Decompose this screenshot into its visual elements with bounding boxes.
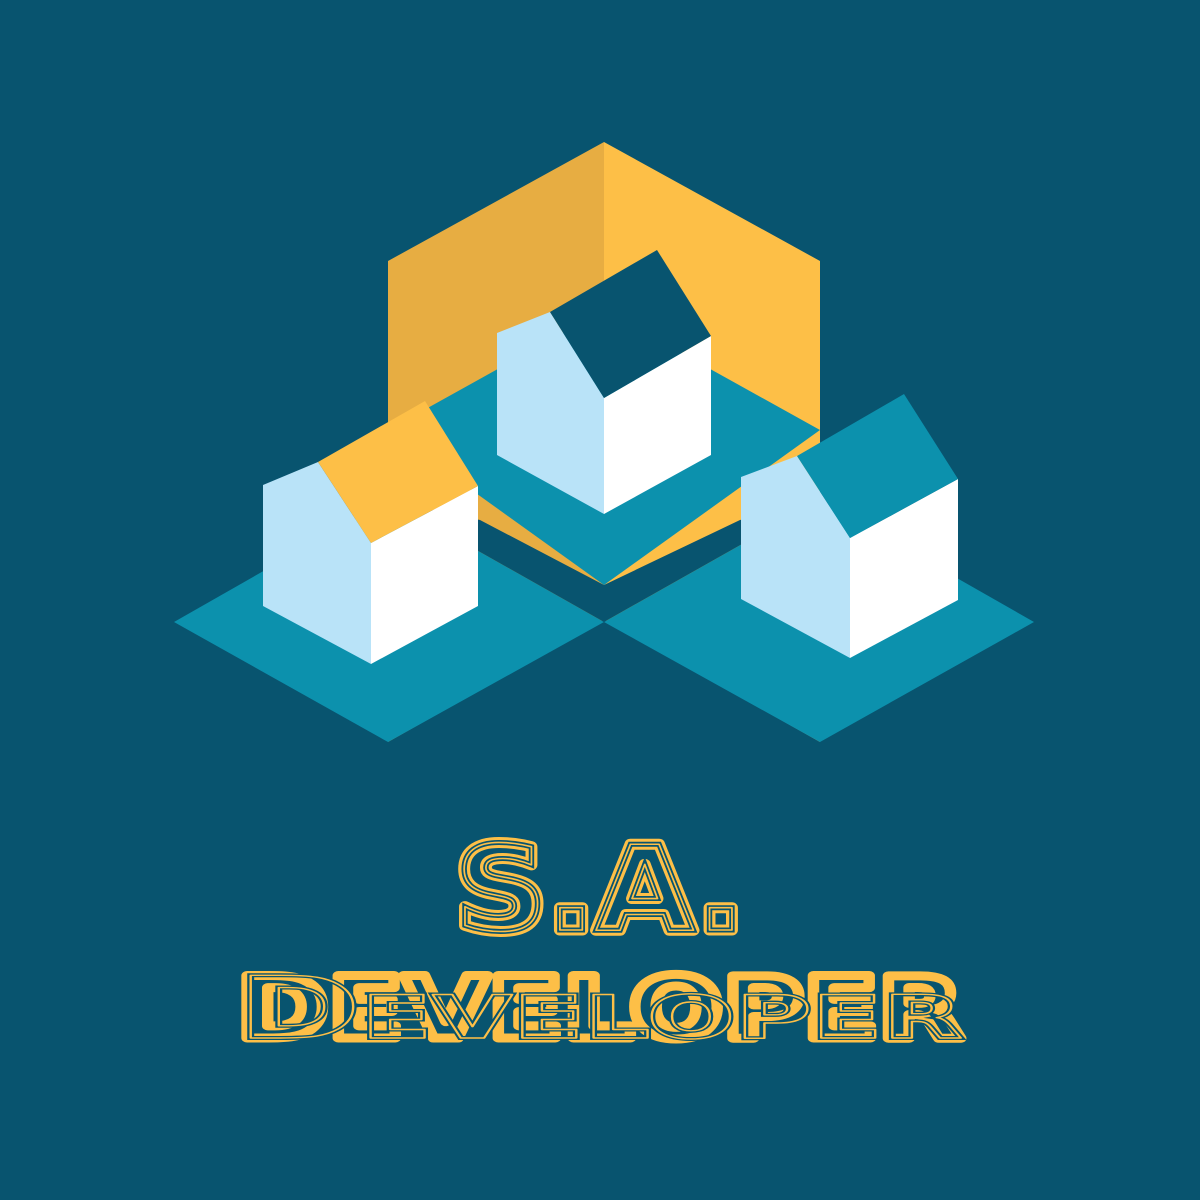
brand-initials-inner: S.A.	[455, 820, 745, 958]
logo-canvas: S.A. S.A. S.A. Developer Developer Devel…	[0, 0, 1200, 1200]
real-estate-logo: S.A. S.A. S.A. Developer Developer Devel…	[174, 142, 1034, 1064]
brand-name-inner: Developer	[237, 959, 963, 1059]
wordmark: S.A. S.A. S.A. Developer Developer Devel…	[233, 815, 968, 1064]
